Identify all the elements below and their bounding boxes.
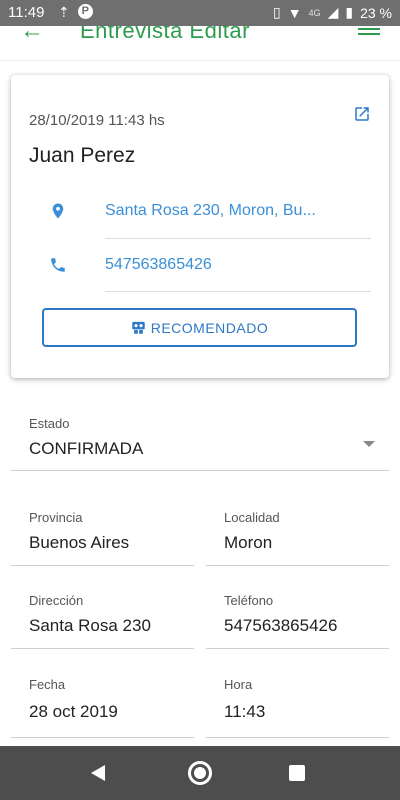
fecha-value: 28 oct 2019 (29, 702, 118, 721)
hamburger-menu-icon[interactable] (358, 26, 380, 38)
nav-back-icon[interactable] (91, 765, 105, 781)
candidate-address-link[interactable]: Santa Rosa 230, Moron, Bu... (105, 202, 355, 220)
address-divider (105, 238, 371, 239)
recommend-button-label: RECOMENDADO (150, 319, 269, 336)
app-bar: ← Entrevista Editar (0, 26, 400, 44)
nav-recents-icon[interactable] (289, 765, 305, 781)
battery-percent: 23 % (360, 4, 392, 21)
hora-label: Hora (224, 677, 253, 692)
localidad-label: Localidad (224, 510, 280, 525)
parking-app-icon: P (77, 4, 93, 19)
phone-divider (105, 291, 371, 292)
hora-underline (206, 737, 389, 738)
battery-icon: ▮ (345, 4, 354, 20)
interview-datetime: 28/10/2019 11:43 hs (29, 112, 165, 129)
recommend-button[interactable]: RECOMENDADO (42, 308, 357, 347)
direccion-underline (11, 648, 194, 649)
provincia-label: Provincia (29, 510, 83, 525)
fecha-label: Fecha (29, 677, 66, 692)
status-bar: 11:49 ⇡ P ▯ ▼ 4G ◢ ▮ 23 % (0, 0, 400, 26)
candidate-phone-link[interactable]: 547563865426 (105, 256, 355, 274)
status-time: 11:49 (8, 4, 45, 21)
telefono-label: Teléfono (224, 593, 274, 608)
interview-card: 28/10/2019 11:43 hs Juan Perez Santa Ros… (11, 75, 389, 378)
nav-home-icon[interactable] (188, 761, 212, 785)
localidad-value: Moron (224, 533, 273, 552)
app-bar-divider (0, 60, 400, 61)
estado-value: CONFIRMADA (29, 439, 144, 458)
candidate-name: Juan Perez (29, 144, 136, 167)
system-navigation-bar (0, 746, 400, 800)
recommend-people-icon (131, 321, 145, 334)
location-pin-icon (52, 203, 64, 219)
estado-label: Estado (29, 416, 70, 431)
provincia-underline (11, 565, 194, 566)
direccion-label: Dirección (29, 593, 84, 608)
arrow-left-icon[interactable]: ← (20, 26, 44, 44)
status-right-icons: ▯ ▼ 4G ◢ ▮ 23 % (273, 4, 392, 21)
upload-icon: ⇡ (58, 4, 70, 20)
telefono-value: 547563865426 (224, 616, 338, 635)
provincia-value: Buenos Aires (29, 533, 130, 552)
direccion-value: Santa Rosa 230 (29, 616, 151, 635)
hora-value: 11:43 (224, 702, 266, 721)
chevron-down-icon[interactable] (363, 441, 375, 447)
network-type-label: 4G (308, 7, 321, 18)
page-title: Entrevista Editar (80, 26, 250, 43)
estado-underline (11, 470, 389, 471)
localidad-underline (206, 565, 389, 566)
status-left-icons: ⇡ P (58, 4, 93, 21)
signal-icon: ◢ (327, 4, 339, 20)
open-external-icon[interactable] (353, 105, 371, 123)
phone-icon (51, 258, 65, 272)
fecha-underline (11, 737, 194, 738)
wifi-icon: ▼ (287, 4, 302, 21)
vibrate-icon: ▯ (272, 4, 281, 20)
telefono-underline (206, 648, 389, 649)
